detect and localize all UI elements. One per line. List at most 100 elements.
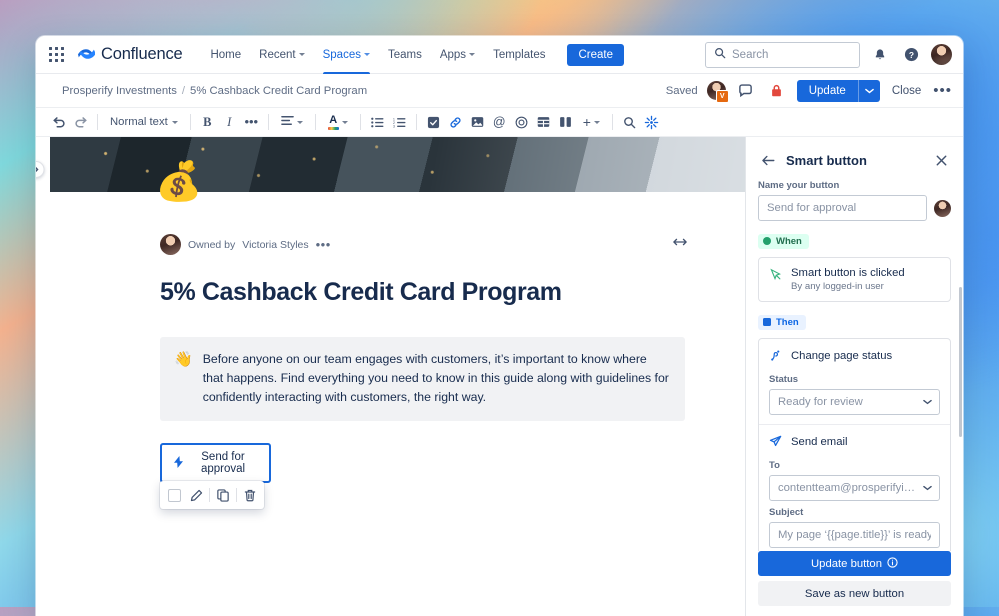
name-field-label: Name your button <box>758 180 840 191</box>
help-circle-icon[interactable]: ? <box>900 44 922 66</box>
global-search[interactable] <box>705 41 860 68</box>
find-replace-icon[interactable] <box>619 112 640 133</box>
then-section: Then Change page status Status Ready for… <box>758 313 951 551</box>
owner-more-menu[interactable]: ••• <box>316 238 331 251</box>
text-align-dropdown[interactable] <box>275 112 309 133</box>
mention-icon[interactable]: @ <box>489 112 510 133</box>
breadcrumb-page[interactable]: 5% Cashback Credit Card Program <box>190 85 367 97</box>
toolbar-divider <box>611 114 613 130</box>
when-badge: When <box>758 233 809 249</box>
nav-label: Spaces <box>322 48 361 61</box>
close-icon[interactable] <box>931 150 951 170</box>
table-icon[interactable] <box>533 112 554 133</box>
page-more-menu[interactable]: ••• <box>933 83 952 98</box>
text-color-dropdown[interactable]: A <box>322 112 354 133</box>
italic-button[interactable]: I <box>219 112 240 133</box>
nav-item-spaces[interactable]: Spaces <box>315 36 378 74</box>
update-button-group: Update <box>796 79 880 102</box>
link-icon[interactable] <box>445 112 466 133</box>
lock-icon[interactable] <box>766 80 788 102</box>
update-dropdown-button[interactable] <box>857 79 880 102</box>
breadcrumb-space[interactable]: Prosperify Investments <box>62 85 177 97</box>
color-swatch[interactable] <box>163 484 185 506</box>
trash-icon[interactable] <box>239 484 261 506</box>
nav-item-apps[interactable]: Apps <box>432 36 483 74</box>
info-circle-icon[interactable] <box>887 556 898 571</box>
cursor-click-icon <box>769 268 782 283</box>
document-scroll: 💰 Owned by Victoria Styles ••• 5% Cashba… <box>50 137 745 616</box>
page-title[interactable]: 5% Cashback Credit Card Program <box>160 278 685 307</box>
owner-avatar[interactable] <box>160 234 181 255</box>
insert-label: + <box>582 114 591 130</box>
numbered-list-icon[interactable]: 1 2 3 <box>389 112 410 133</box>
color-letter: A <box>329 113 338 126</box>
svg-text:3: 3 <box>393 124 395 127</box>
layout-columns-icon[interactable] <box>555 112 576 133</box>
toolbar-divider <box>209 488 210 503</box>
chevron-down-icon <box>923 482 932 494</box>
nav-label: Teams <box>387 48 422 61</box>
user-avatar[interactable] <box>931 44 952 65</box>
resize-horizontal-icon[interactable] <box>672 237 688 249</box>
bell-icon[interactable] <box>869 44 891 66</box>
redo-icon[interactable] <box>70 112 91 133</box>
editor-toolbar: Normal text B I ••• A 1 2 3 @ + <box>36 108 963 137</box>
apps-grid-icon[interactable] <box>46 45 66 65</box>
nav-item-home[interactable]: Home <box>202 36 249 74</box>
update-button-label: Update button <box>811 557 882 570</box>
update-button-action[interactable]: Update button <box>758 551 951 576</box>
search-input[interactable] <box>732 48 851 61</box>
owner-name[interactable]: Victoria Styles <box>242 239 308 251</box>
trigger-subtitle: By any logged-in user <box>791 281 884 292</box>
insert-dropdown[interactable]: + <box>577 112 606 133</box>
text-style-dropdown[interactable]: Normal text <box>104 112 184 133</box>
breadcrumb: Prosperify Investments / 5% Cashback Cre… <box>62 85 367 97</box>
task-checkbox-icon[interactable] <box>423 112 444 133</box>
nav-label: Home <box>210 48 242 61</box>
image-icon[interactable] <box>467 112 488 133</box>
ai-sparkle-icon[interactable] <box>641 112 662 133</box>
bold-button[interactable]: B <box>197 112 218 133</box>
action-change-page-status[interactable]: Change page status Status Ready for revi… <box>759 339 950 424</box>
bullet-list-icon[interactable] <box>367 112 388 133</box>
emoji-icon[interactable] <box>511 112 532 133</box>
undo-icon[interactable] <box>48 112 69 133</box>
chevron-down-icon <box>341 120 348 124</box>
confluence-logo[interactable]: Confluence <box>78 45 183 64</box>
subject-input[interactable] <box>769 522 940 548</box>
update-button[interactable]: Update <box>796 79 858 102</box>
close-button[interactable]: Close <box>889 85 924 97</box>
more-formatting-button[interactable]: ••• <box>241 112 262 133</box>
nav-item-teams[interactable]: Teams <box>380 36 430 74</box>
copy-icon[interactable] <box>212 484 234 506</box>
then-badge: Then <box>758 314 806 330</box>
nav-item-templates[interactable]: Templates <box>485 36 553 74</box>
editor-avatar[interactable] <box>934 199 951 217</box>
smart-button[interactable]: Send for approval <box>160 443 271 484</box>
nav-item-recent[interactable]: Recent <box>251 36 312 74</box>
pencil-icon[interactable] <box>185 484 207 506</box>
sidebar-expand-button[interactable] <box>36 161 45 178</box>
mention-label: @ <box>492 115 506 129</box>
collaborator-avatar[interactable] <box>706 81 729 103</box>
info-panel[interactable]: 👋 Before anyone on our team engages with… <box>160 337 685 422</box>
smart-button-block: Send for approval <box>160 443 271 510</box>
page-emoji[interactable]: 💰 <box>155 163 202 201</box>
to-select[interactable]: contentteam@prosperifyinvestme… <box>769 475 940 501</box>
subject-label: Subject <box>769 507 804 518</box>
toolbar-divider <box>359 114 361 130</box>
status-select[interactable]: Ready for review <box>769 389 940 415</box>
panel-scrollbar[interactable] <box>959 287 962 437</box>
when-label: When <box>776 235 802 247</box>
create-button[interactable]: Create <box>567 43 625 66</box>
to-value: contentteam@prosperifyinvestme… <box>778 482 919 494</box>
send-email-icon <box>769 435 782 450</box>
smart-button-label: Send for approval <box>200 451 246 476</box>
toolbar-divider <box>236 488 237 503</box>
action-send-email[interactable]: Send email To contentteam@prosperifyinve… <box>759 424 950 551</box>
comment-icon[interactable] <box>735 80 757 102</box>
save-as-new-button[interactable]: Save as new button <box>758 581 951 606</box>
arrow-left-icon[interactable] <box>758 150 778 170</box>
button-name-input[interactable] <box>758 195 927 221</box>
trigger-card[interactable]: Smart button is clicked By any logged-in… <box>758 257 951 302</box>
